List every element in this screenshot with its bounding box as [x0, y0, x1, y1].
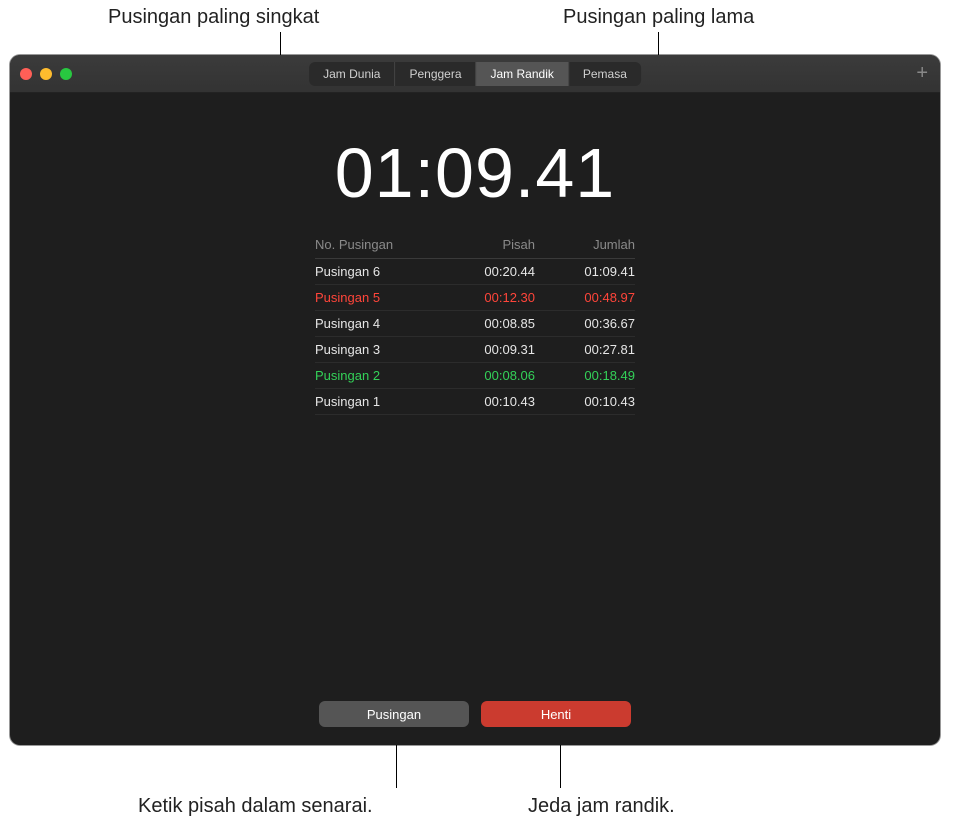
lap-split: 00:08.85: [435, 316, 535, 331]
lap-name: Pusingan 5: [315, 290, 435, 305]
stop-button[interactable]: Henti: [481, 701, 631, 727]
lap-row: Pusingan 600:20.4401:09.41: [315, 259, 635, 285]
laps-table: No. Pusingan Pisah Jumlah Pusingan 600:2…: [315, 233, 635, 415]
lap-row: Pusingan 300:09.3100:27.81: [315, 337, 635, 363]
lap-split: 00:20.44: [435, 264, 535, 279]
lap-total: 01:09.41: [535, 264, 635, 279]
laps-body: Pusingan 600:20.4401:09.41Pusingan 500:1…: [315, 259, 635, 415]
lap-total: 00:18.49: [535, 368, 635, 383]
fullscreen-button[interactable]: [60, 68, 72, 80]
lap-name: Pusingan 3: [315, 342, 435, 357]
lap-button[interactable]: Pusingan: [319, 701, 469, 727]
lap-split: 00:08.06: [435, 368, 535, 383]
tab-stopwatch[interactable]: Jam Randik: [477, 62, 569, 86]
callout-slowest-lap: Pusingan paling lama: [563, 6, 754, 29]
header-total: Jumlah: [535, 237, 635, 252]
lap-row: Pusingan 100:10.4300:10.43: [315, 389, 635, 415]
header-lap-no: No. Pusingan: [315, 237, 435, 252]
callout-pause: Jeda jam randik.: [528, 795, 675, 818]
close-button[interactable]: [20, 68, 32, 80]
lap-row: Pusingan 500:12.3000:48.97: [315, 285, 635, 311]
lap-name: Pusingan 4: [315, 316, 435, 331]
lap-split: 00:10.43: [435, 394, 535, 409]
lap-total: 00:48.97: [535, 290, 635, 305]
lap-total: 00:36.67: [535, 316, 635, 331]
app-window: Jam Dunia Penggera Jam Randik Pemasa + 0…: [10, 55, 940, 745]
lap-row: Pusingan 200:08.0600:18.49: [315, 363, 635, 389]
lap-total: 00:10.43: [535, 394, 635, 409]
lap-split: 00:09.31: [435, 342, 535, 357]
header-split: Pisah: [435, 237, 535, 252]
lap-total: 00:27.81: [535, 342, 635, 357]
lap-row: Pusingan 400:08.8500:36.67: [315, 311, 635, 337]
mode-segmented-control: Jam Dunia Penggera Jam Randik Pemasa: [309, 62, 641, 86]
callout-fastest-lap: Pusingan paling singkat: [108, 6, 319, 29]
callout-split-list: Ketik pisah dalam senarai.: [138, 795, 373, 818]
lap-name: Pusingan 2: [315, 368, 435, 383]
lap-name: Pusingan 1: [315, 394, 435, 409]
lap-name: Pusingan 6: [315, 264, 435, 279]
tab-alarm[interactable]: Penggera: [395, 62, 476, 86]
laps-header-row: No. Pusingan Pisah Jumlah: [315, 233, 635, 259]
minimize-button[interactable]: [40, 68, 52, 80]
window-controls: [20, 68, 72, 80]
tab-world-clock[interactable]: Jam Dunia: [309, 62, 395, 86]
stopwatch-panel: 01:09.41 No. Pusingan Pisah Jumlah Pusin…: [10, 93, 940, 745]
titlebar: Jam Dunia Penggera Jam Randik Pemasa +: [10, 55, 940, 93]
tab-timer[interactable]: Pemasa: [569, 62, 641, 86]
add-button[interactable]: +: [916, 63, 928, 83]
main-time-display: 01:09.41: [335, 133, 615, 213]
footer-buttons: Pusingan Henti: [319, 701, 631, 727]
lap-split: 00:12.30: [435, 290, 535, 305]
